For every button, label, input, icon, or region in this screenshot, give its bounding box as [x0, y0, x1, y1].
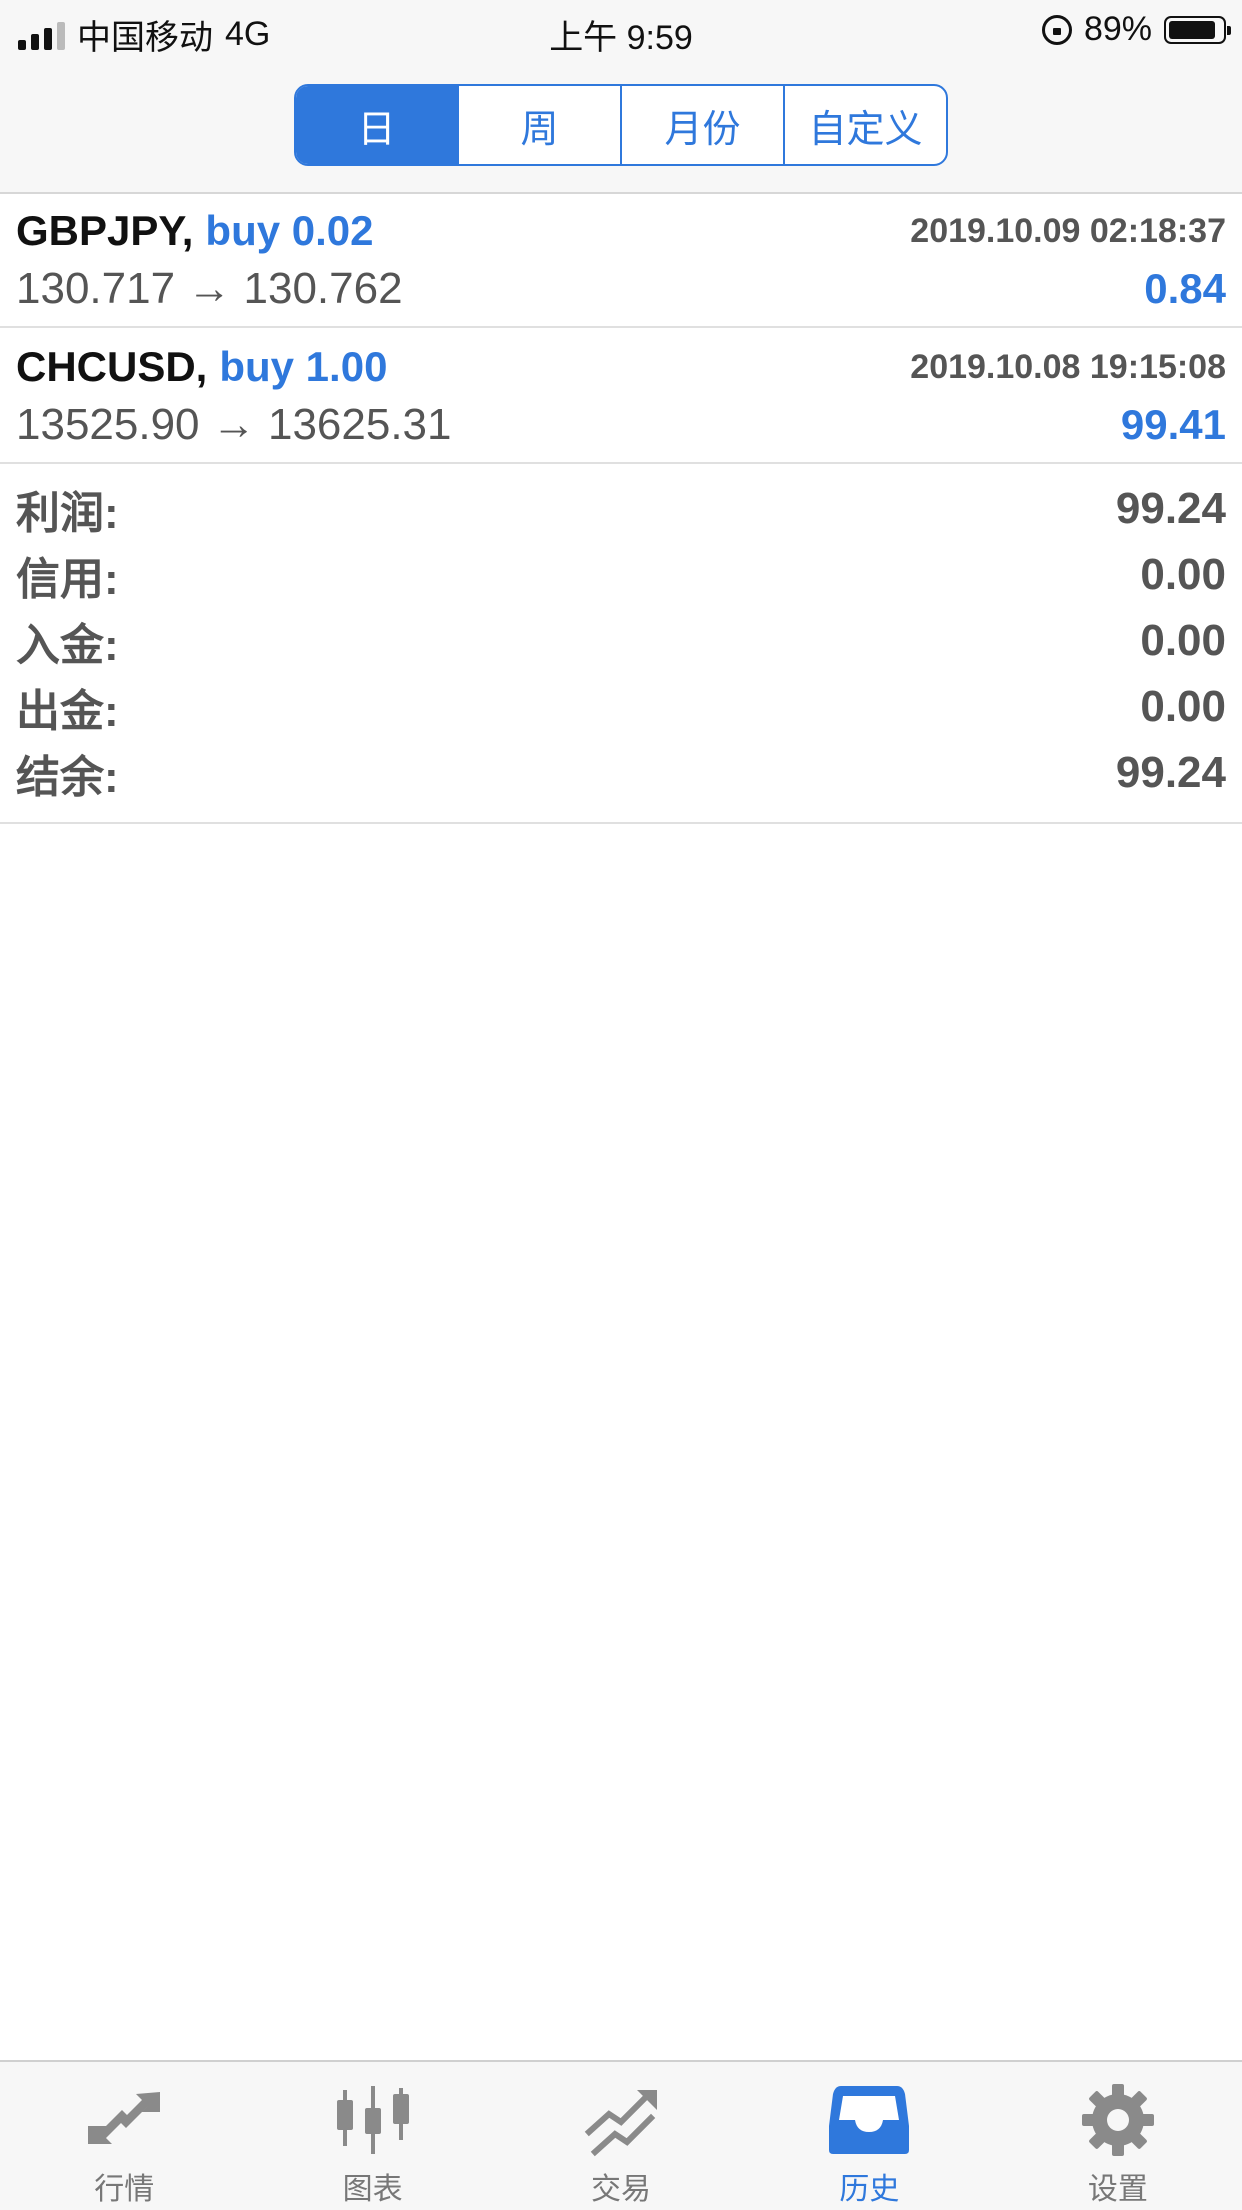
- summary-credit-row: 信用: 0.00: [16, 544, 1226, 606]
- tab-quotes[interactable]: 行情: [0, 2062, 248, 2210]
- summary-deposit-row: 入金: 0.00: [16, 610, 1226, 672]
- summary-label: 出金:: [16, 687, 119, 736]
- status-right: 89%: [1041, 10, 1231, 49]
- segment-custom[interactable]: 自定义: [783, 86, 946, 164]
- summary-balance-row: 结余: 99.24: [16, 742, 1226, 804]
- summary-value: 0.00: [1140, 550, 1226, 599]
- tab-label: 历史: [839, 2173, 900, 2206]
- summary-withdrawal-row: 出金: 0.00: [16, 676, 1226, 738]
- rotation-lock-icon: [1041, 14, 1072, 45]
- trade-prices: 13525.90 → 13625.31: [16, 400, 452, 449]
- tab-label: 图表: [342, 2173, 403, 2206]
- history-inbox-icon: [829, 2086, 910, 2154]
- segment-month[interactable]: 月份: [620, 86, 783, 164]
- status-bar: 中国移动 4G 上午 9:59 89%: [0, 0, 1242, 60]
- trade-side: buy 0.02: [205, 207, 374, 254]
- trade-row[interactable]: CHCUSD, buy 1.00 2019.10.08 19:15:08 1352…: [0, 328, 1242, 464]
- trade-symbol: GBPJPY,: [16, 207, 194, 254]
- bottom-tab-bar: 行情 图表 交易 历史 设置: [0, 2060, 1242, 2210]
- segment-day[interactable]: 日: [296, 86, 457, 164]
- period-segmented-control: 日 周 月份 自定义: [294, 84, 948, 166]
- trade-trend-icon: [584, 2090, 658, 2157]
- trade-profit: 0.84: [1144, 265, 1226, 312]
- summary-label: 信用:: [16, 555, 119, 604]
- battery-icon: [1164, 15, 1231, 44]
- trade-timestamp: 2019.10.09 02:18:37: [910, 211, 1226, 250]
- summary-profit-row: 利润: 99.24: [16, 478, 1226, 540]
- period-filter-bar: 日 周 月份 自定义: [0, 60, 1242, 194]
- candlestick-chart-icon: [336, 2086, 409, 2154]
- trade-profit: 99.41: [1120, 401, 1226, 448]
- summary-label: 结余:: [16, 753, 119, 802]
- summary-value: 99.24: [1115, 484, 1226, 533]
- history-trade-list: GBPJPY, buy 0.02 2019.10.09 02:18:37 130.…: [0, 192, 1242, 464]
- trade-timestamp: 2019.10.08 19:15:08: [910, 347, 1226, 386]
- tab-history[interactable]: 历史: [745, 2062, 993, 2210]
- battery-percent: 89%: [1083, 10, 1152, 48]
- summary-value: 0.00: [1140, 682, 1226, 731]
- tab-chart[interactable]: 图表: [248, 2062, 496, 2210]
- summary-value: 99.24: [1115, 748, 1226, 797]
- tab-label: 交易: [591, 2173, 652, 2206]
- gear-icon: [1081, 2084, 1154, 2156]
- tab-settings[interactable]: 设置: [994, 2062, 1242, 2210]
- tab-trade[interactable]: 交易: [497, 2062, 745, 2210]
- battery-fill: [1169, 20, 1216, 39]
- trade-prices: 130.717 → 130.762: [16, 264, 403, 313]
- summary-label: 入金:: [16, 621, 119, 670]
- tab-label: 行情: [94, 2173, 155, 2206]
- quotes-arrows-icon: [88, 2092, 161, 2144]
- summary-value: 0.00: [1140, 616, 1226, 665]
- trade-symbol: CHCUSD,: [16, 343, 208, 390]
- segment-week[interactable]: 周: [457, 86, 620, 164]
- trade-side: buy 1.00: [219, 343, 388, 390]
- account-summary: 利润: 99.24 信用: 0.00 入金: 0.00 出金: 0.00 结余:…: [0, 462, 1242, 824]
- trade-row[interactable]: GBPJPY, buy 0.02 2019.10.09 02:18:37 130.…: [0, 192, 1242, 328]
- tab-label: 设置: [1087, 2173, 1148, 2206]
- summary-label: 利润:: [16, 489, 119, 538]
